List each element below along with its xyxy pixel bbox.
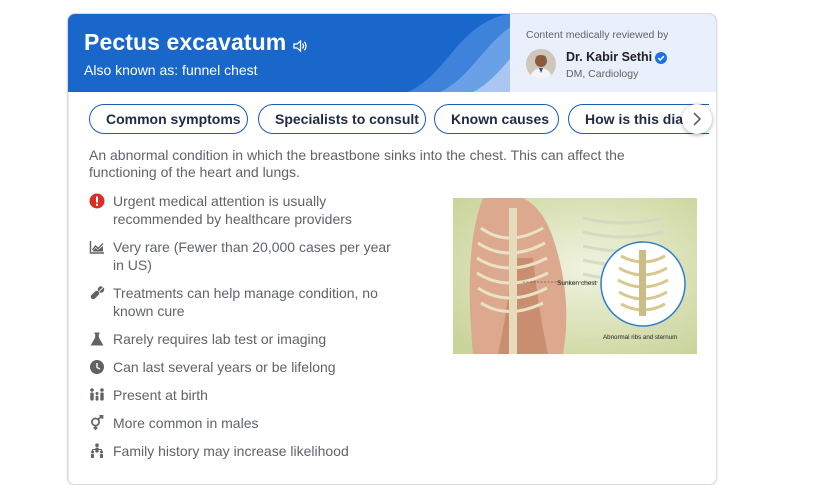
chip-common-symptoms[interactable]: Common symptoms (89, 104, 248, 134)
avatar (526, 49, 556, 79)
chips-next-button[interactable] (682, 104, 712, 134)
card-body: Common symptoms Specialists to consult K… (68, 92, 716, 484)
condition-title: Pectus excavatum (84, 29, 287, 55)
also-known-as: Also known as: funnel chest (84, 62, 258, 78)
doctor-name: Dr. Kabir Sethi (566, 50, 653, 64)
chip-specialists[interactable]: Specialists to consult (258, 104, 426, 134)
fact-text: Present at birth (113, 387, 208, 403)
family-icon (90, 388, 104, 401)
fact-text: Rarely requires lab test or imaging (113, 331, 327, 347)
urgent-alert-icon (89, 193, 105, 209)
gender-icon (91, 415, 104, 430)
chart-icon (89, 241, 104, 254)
chevron-right-icon (693, 112, 702, 126)
lab-flask-icon (90, 332, 104, 346)
speaker-icon[interactable] (292, 38, 308, 54)
label-abnormal-ribs: Abnormal ribs and sternum (603, 334, 677, 341)
chip-known-causes[interactable]: Known causes (434, 104, 559, 134)
condition-description: An abnormal condition in which the breas… (89, 147, 625, 180)
fact-text: Can last several years or be lifelong (113, 359, 336, 375)
label-sunken-chest: Sunken chest (557, 280, 597, 287)
condition-illustration: Sunken chest Abnormal ribs and sternum (453, 198, 697, 354)
reviewed-by-label: Content medically reviewed by (526, 29, 669, 41)
topic-chips: Common symptoms Specialists to consult K… (89, 104, 709, 136)
fact-text: Urgent medical attention is usually reco… (113, 193, 352, 227)
doctor-specialty: DM, Cardiology (566, 68, 639, 80)
fact-text: Family history may increase likelihood (113, 443, 349, 459)
fact-text: Very rare (Fewer than 20,000 cases per y… (113, 239, 391, 273)
clock-icon (90, 360, 104, 374)
family-history-icon (91, 443, 103, 458)
card-header: Pectus excavatum Also known as: funnel c… (68, 14, 716, 92)
fact-text: More common in males (113, 415, 259, 431)
reviewer-panel[interactable]: Content medically reviewed by Dr. Kabir … (510, 14, 716, 92)
fact-text: Treatments can help manage condition, no… (113, 285, 378, 319)
condition-card: Pectus excavatum Also known as: funnel c… (67, 13, 717, 485)
pills-icon (90, 286, 105, 300)
verified-check-icon (655, 52, 667, 64)
